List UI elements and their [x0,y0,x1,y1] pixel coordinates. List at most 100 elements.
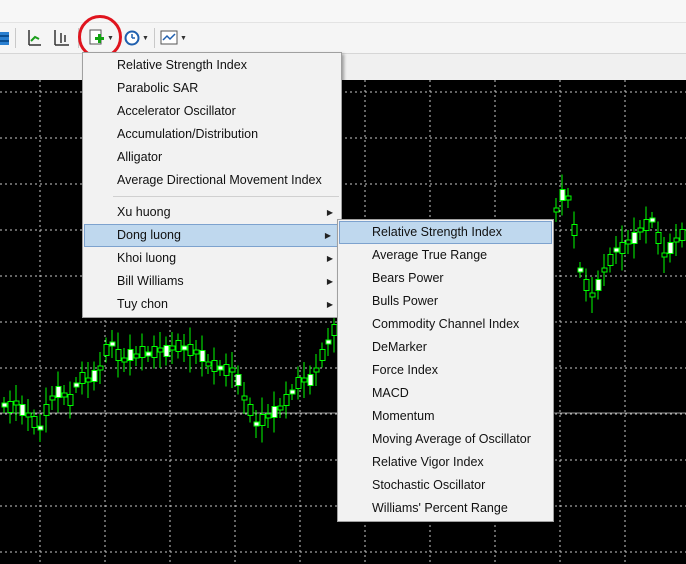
submenu-item-moving-average-of-oscillator[interactable]: Moving Average of Oscillator [338,428,553,451]
candle-body [649,217,656,223]
chevron-down-icon[interactable]: ▼ [180,35,187,42]
menu-group-khoi-luong[interactable]: Khoi luong ▶ [83,247,341,270]
menu-group-dong-luong[interactable]: Dong luong ▶ [84,224,340,247]
chevron-right-icon: ▶ [324,231,331,240]
indicators-menu: Relative Strength Index Parabolic SAR Ac… [82,52,342,318]
candle-body [187,344,194,356]
chevron-down-icon[interactable]: ▼ [142,35,149,42]
toolbar-separator [15,28,16,48]
template-icon[interactable]: ▼ [160,28,187,48]
save-icon[interactable] [0,28,10,48]
menu-item-label: Khoi luong [117,251,177,265]
candle-body [19,404,26,416]
chevron-right-icon: ▶ [326,277,333,286]
chevron-right-icon: ▶ [326,300,333,309]
submenu-item-relative-vigor-index[interactable]: Relative Vigor Index [338,451,553,474]
candle-body [25,412,32,418]
menu-group-xu-huong[interactable]: Xu huong ▶ [83,201,341,224]
candle-body [73,382,80,388]
menu-item-label: Bears Power [372,271,444,285]
menu-item-label: Accelerator Oscillator [117,104,236,118]
candle-body [1,402,8,408]
submenu-item-commodity-channel-index[interactable]: Commodity Channel Index [338,313,553,336]
menu-item-label: Momentum [372,409,435,423]
candle-body [163,345,170,357]
menu-item-label: Alligator [117,150,163,164]
line-chart-icon[interactable] [26,28,42,48]
candle-body [283,394,290,406]
submenu-item-demarker[interactable]: DeMarker [338,336,553,359]
candle-body [295,377,302,389]
candle-body [577,267,584,273]
menu-item-label: Average Directional Movement Index [117,173,322,187]
candle-body [661,252,668,258]
candle-body [43,404,50,416]
candle-body [193,349,200,355]
candle-body [103,344,110,356]
menu-item-label: Tuy chon [117,297,168,311]
candle-body [637,227,644,233]
chevron-right-icon: ▶ [326,254,333,263]
submenu-item-relative-strength-index[interactable]: Relative Strength Index [339,221,552,244]
candle-body [619,242,626,254]
candle-body [121,357,128,363]
submenu-item-williams-percent-range[interactable]: Williams' Percent Range [338,497,553,520]
menu-item-label: Relative Vigor Index [372,455,484,469]
menu-group-bill-williams[interactable]: Bill Williams ▶ [83,270,341,293]
submenu-item-bears-power[interactable]: Bears Power [338,267,553,290]
candle-body [613,247,620,253]
menu-item-label: Relative Strength Index [117,58,247,72]
candle-body [595,279,602,291]
menu-item-accelerator-oscillator[interactable]: Accelerator Oscillator [83,100,341,123]
candle-body [49,395,56,401]
submenu-item-bulls-power[interactable]: Bulls Power [338,290,553,313]
menu-item-parabolic-sar[interactable]: Parabolic SAR [83,77,341,100]
candle-body [625,239,632,245]
candle-body [655,232,662,244]
candle-body [289,389,296,395]
candle-body [211,360,218,372]
clock-icon[interactable]: ▼ [124,28,149,48]
candle-body [217,365,224,371]
menu-group-tuy-chon[interactable]: Tuy chon ▶ [83,293,341,316]
menu-item-label: Xu huong [117,205,171,219]
menu-item-label: Average True Range [372,248,488,262]
menu-item-label: Stochastic Oscillator [372,478,486,492]
submenu-item-momentum[interactable]: Momentum [338,405,553,428]
candle-body [169,345,176,351]
candle-body [235,374,242,386]
toolbar-separator [154,28,155,48]
candle-body [607,254,614,266]
submenu-item-stochastic-oscillator[interactable]: Stochastic Oscillator [338,474,553,497]
candle-body [61,392,68,398]
dong-luong-submenu: Relative Strength Index Average True Ran… [337,219,554,522]
menu-item-label: Accumulation/Distribution [117,127,259,141]
submenu-item-force-index[interactable]: Force Index [338,359,553,382]
submenu-item-average-true-range[interactable]: Average True Range [338,244,553,267]
candle-body [301,377,308,383]
candle-body [601,267,608,273]
candle-body [199,350,206,362]
candle-body [307,374,314,386]
candle-body [631,232,638,244]
candle-body [67,394,74,406]
candle-body [553,207,560,213]
candle-body [565,195,572,201]
candle-body [259,414,266,426]
submenu-item-macd[interactable]: MACD [338,382,553,405]
candle-body [175,340,182,352]
menu-item-label: DeMarker [372,340,427,354]
menu-item-label: Bill Williams [117,274,184,288]
candle-body [133,353,140,359]
candle-body [667,242,674,254]
menu-item-average-directional-movement-index[interactable]: Average Directional Movement Index [83,169,341,192]
candle-body [559,189,566,201]
menu-item-accumulation-distribution[interactable]: Accumulation/Distribution [83,123,341,146]
candle-body [31,416,38,428]
candle-body [589,292,596,298]
candle-body [247,404,254,416]
menu-item-alligator[interactable]: Alligator [83,146,341,169]
menu-item-label: Williams' Percent Range [372,501,508,515]
menu-item-relative-strength-index[interactable]: Relative Strength Index [83,54,341,77]
bar-chart-icon[interactable] [52,28,70,48]
